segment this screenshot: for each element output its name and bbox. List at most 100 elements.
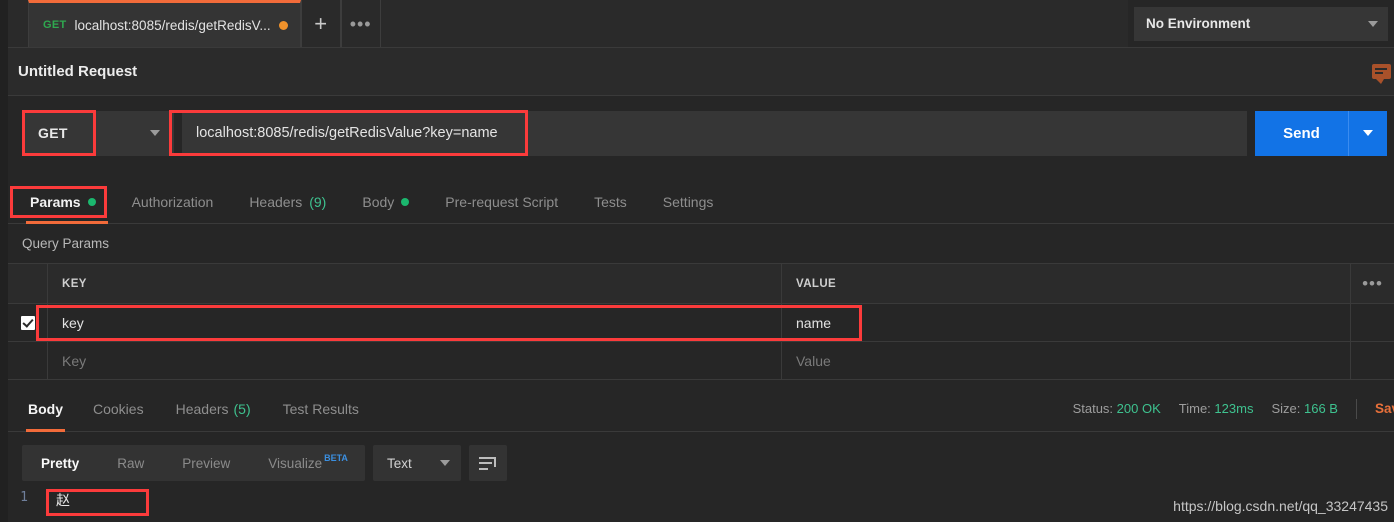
tab-body-label: Body bbox=[362, 193, 395, 210]
time-value: 123ms bbox=[1214, 401, 1254, 416]
response-format-label: Text bbox=[386, 455, 412, 471]
request-tab-method: GET bbox=[43, 19, 67, 31]
row-value-value: name bbox=[796, 314, 832, 331]
row-actions-empty bbox=[1350, 342, 1394, 379]
tab-authorization[interactable]: Authorization bbox=[114, 180, 232, 223]
row-actions bbox=[1350, 304, 1394, 341]
meta-divider bbox=[1355, 398, 1357, 419]
request-tab-active[interactable]: GET localhost:8085/redis/getRedisV... bbox=[28, 0, 301, 47]
tab-params-label: Params bbox=[30, 193, 81, 210]
tab-params[interactable]: Params bbox=[20, 180, 114, 224]
word-wrap-button[interactable] bbox=[468, 445, 507, 481]
response-tab-cookies[interactable]: Cookies bbox=[77, 386, 160, 431]
view-visualize[interactable]: Visualize BETA bbox=[249, 445, 365, 481]
query-params-title: Query Params bbox=[8, 224, 1394, 264]
tab-pre-request-script[interactable]: Pre-request Script bbox=[427, 180, 576, 223]
postman-window: GET localhost:8085/redis/getRedisV... + … bbox=[0, 0, 1394, 522]
word-wrap-icon bbox=[479, 456, 497, 470]
send-options-button[interactable] bbox=[1348, 110, 1387, 156]
response-tab-cookies-label: Cookies bbox=[93, 400, 144, 417]
send-button[interactable]: Send bbox=[1255, 110, 1348, 156]
header-check-cell bbox=[8, 264, 48, 303]
bulk-edit-button[interactable]: ••• bbox=[1350, 264, 1394, 303]
comment-icon bbox=[1372, 64, 1392, 84]
table-header-row: KEY VALUE ••• bbox=[8, 264, 1394, 304]
row-value-input[interactable]: name bbox=[782, 304, 1350, 341]
size-label: Size: bbox=[1271, 401, 1301, 416]
response-tab-body-label: Body bbox=[28, 400, 63, 417]
status-label: Status: bbox=[1072, 401, 1114, 416]
response-body-viewer[interactable]: 1 赵 https://blog.csdn.net/qq_33247435 bbox=[8, 486, 1394, 522]
request-tabs: Params Authorization Headers (9) Body Pr… bbox=[8, 180, 1394, 224]
checkbox-checked-icon bbox=[20, 315, 35, 330]
more-tabs-button[interactable]: ••• bbox=[340, 0, 381, 47]
tab-tests-label: Tests bbox=[594, 193, 627, 210]
view-raw[interactable]: Raw bbox=[98, 445, 163, 481]
response-tab-test-results-label: Test Results bbox=[282, 400, 359, 417]
tab-tests[interactable]: Tests bbox=[576, 180, 645, 223]
method-selector[interactable]: GET bbox=[22, 110, 174, 156]
response-format-selector[interactable]: Text bbox=[372, 445, 461, 481]
table-row: Key Value bbox=[8, 342, 1394, 380]
tab-pre-request-script-label: Pre-request Script bbox=[445, 193, 559, 210]
time-label: Time: bbox=[1178, 401, 1211, 416]
response-tab-headers-label: Headers bbox=[175, 400, 229, 417]
response-toolbar: Pretty Raw Preview Visualize BETA Text bbox=[8, 440, 1394, 486]
chevron-down-icon bbox=[150, 130, 160, 136]
row-key-input-empty[interactable]: Key bbox=[48, 342, 782, 379]
ellipsis-icon: ••• bbox=[349, 13, 372, 34]
view-visualize-label: Visualize bbox=[268, 455, 323, 471]
tab-settings[interactable]: Settings bbox=[645, 180, 732, 223]
view-pretty[interactable]: Pretty bbox=[22, 445, 98, 481]
chevron-down-icon bbox=[439, 460, 450, 466]
unsaved-dot-icon bbox=[278, 20, 288, 30]
column-header-value: VALUE bbox=[796, 277, 837, 290]
save-response-button[interactable]: Save R bbox=[1375, 401, 1394, 416]
view-pretty-label: Pretty bbox=[41, 455, 80, 471]
request-tab-name: localhost:8085/redis/getRedisV... bbox=[74, 17, 271, 33]
new-tab-button[interactable]: + bbox=[300, 0, 341, 47]
response-tab-body[interactable]: Body bbox=[20, 386, 77, 432]
row-checkbox[interactable] bbox=[8, 304, 48, 341]
response-tab-headers-count: (5) bbox=[233, 400, 251, 417]
row-checkbox-empty[interactable] bbox=[8, 342, 48, 379]
status-value: 200 OK bbox=[1116, 401, 1161, 416]
response-body-content: 赵 bbox=[56, 493, 70, 509]
body-status-dot-icon bbox=[401, 197, 410, 206]
environment-label: No Environment bbox=[1146, 16, 1251, 31]
status-badge: Status: 200 OK bbox=[1073, 401, 1161, 416]
method-label: GET bbox=[38, 125, 68, 141]
time-badge: Time: 123ms bbox=[1179, 401, 1254, 416]
size-value: 166 B bbox=[1303, 401, 1338, 416]
tab-settings-label: Settings bbox=[662, 193, 714, 210]
table-row: key name bbox=[8, 304, 1394, 342]
response-tab-test-results[interactable]: Test Results bbox=[267, 386, 375, 431]
request-tab-strip: GET localhost:8085/redis/getRedisV... + … bbox=[8, 0, 1128, 48]
tab-authorization-label: Authorization bbox=[131, 193, 214, 210]
plus-icon: + bbox=[314, 10, 328, 36]
tab-headers-count: (9) bbox=[309, 193, 327, 210]
query-params-table: KEY VALUE ••• key name Key Value bbox=[8, 264, 1394, 380]
tab-body[interactable]: Body bbox=[344, 180, 427, 223]
environment-selector[interactable]: No Environment bbox=[1134, 6, 1388, 41]
response-tab-headers[interactable]: Headers (5) bbox=[160, 386, 267, 431]
row-value-input-empty[interactable]: Value bbox=[782, 342, 1350, 379]
view-raw-label: Raw bbox=[117, 455, 145, 471]
url-bar: GET localhost:8085/redis/getRedisValue?k… bbox=[8, 101, 1394, 165]
size-badge: Size: 166 B bbox=[1271, 401, 1338, 416]
request-title-row: Untitled Request Co bbox=[8, 48, 1394, 96]
tab-headers-label: Headers bbox=[249, 193, 303, 210]
line-number: 1 bbox=[20, 490, 28, 505]
chevron-down-icon bbox=[1368, 20, 1378, 27]
url-value: localhost:8085/redis/getRedisValue?key=n… bbox=[196, 125, 498, 141]
url-input[interactable]: localhost:8085/redis/getRedisValue?key=n… bbox=[182, 110, 1247, 156]
row-key-placeholder: Key bbox=[62, 352, 87, 369]
tab-headers[interactable]: Headers (9) bbox=[231, 180, 344, 223]
view-preview[interactable]: Preview bbox=[163, 445, 249, 481]
left-sidebar-rail bbox=[0, 0, 8, 522]
column-header-key: KEY bbox=[48, 264, 782, 303]
row-key-input[interactable]: key bbox=[48, 304, 782, 341]
response-view-segment: Pretty Raw Preview Visualize BETA bbox=[22, 445, 365, 481]
chevron-down-icon bbox=[1363, 130, 1373, 136]
comments-button[interactable]: Co bbox=[1372, 64, 1394, 84]
